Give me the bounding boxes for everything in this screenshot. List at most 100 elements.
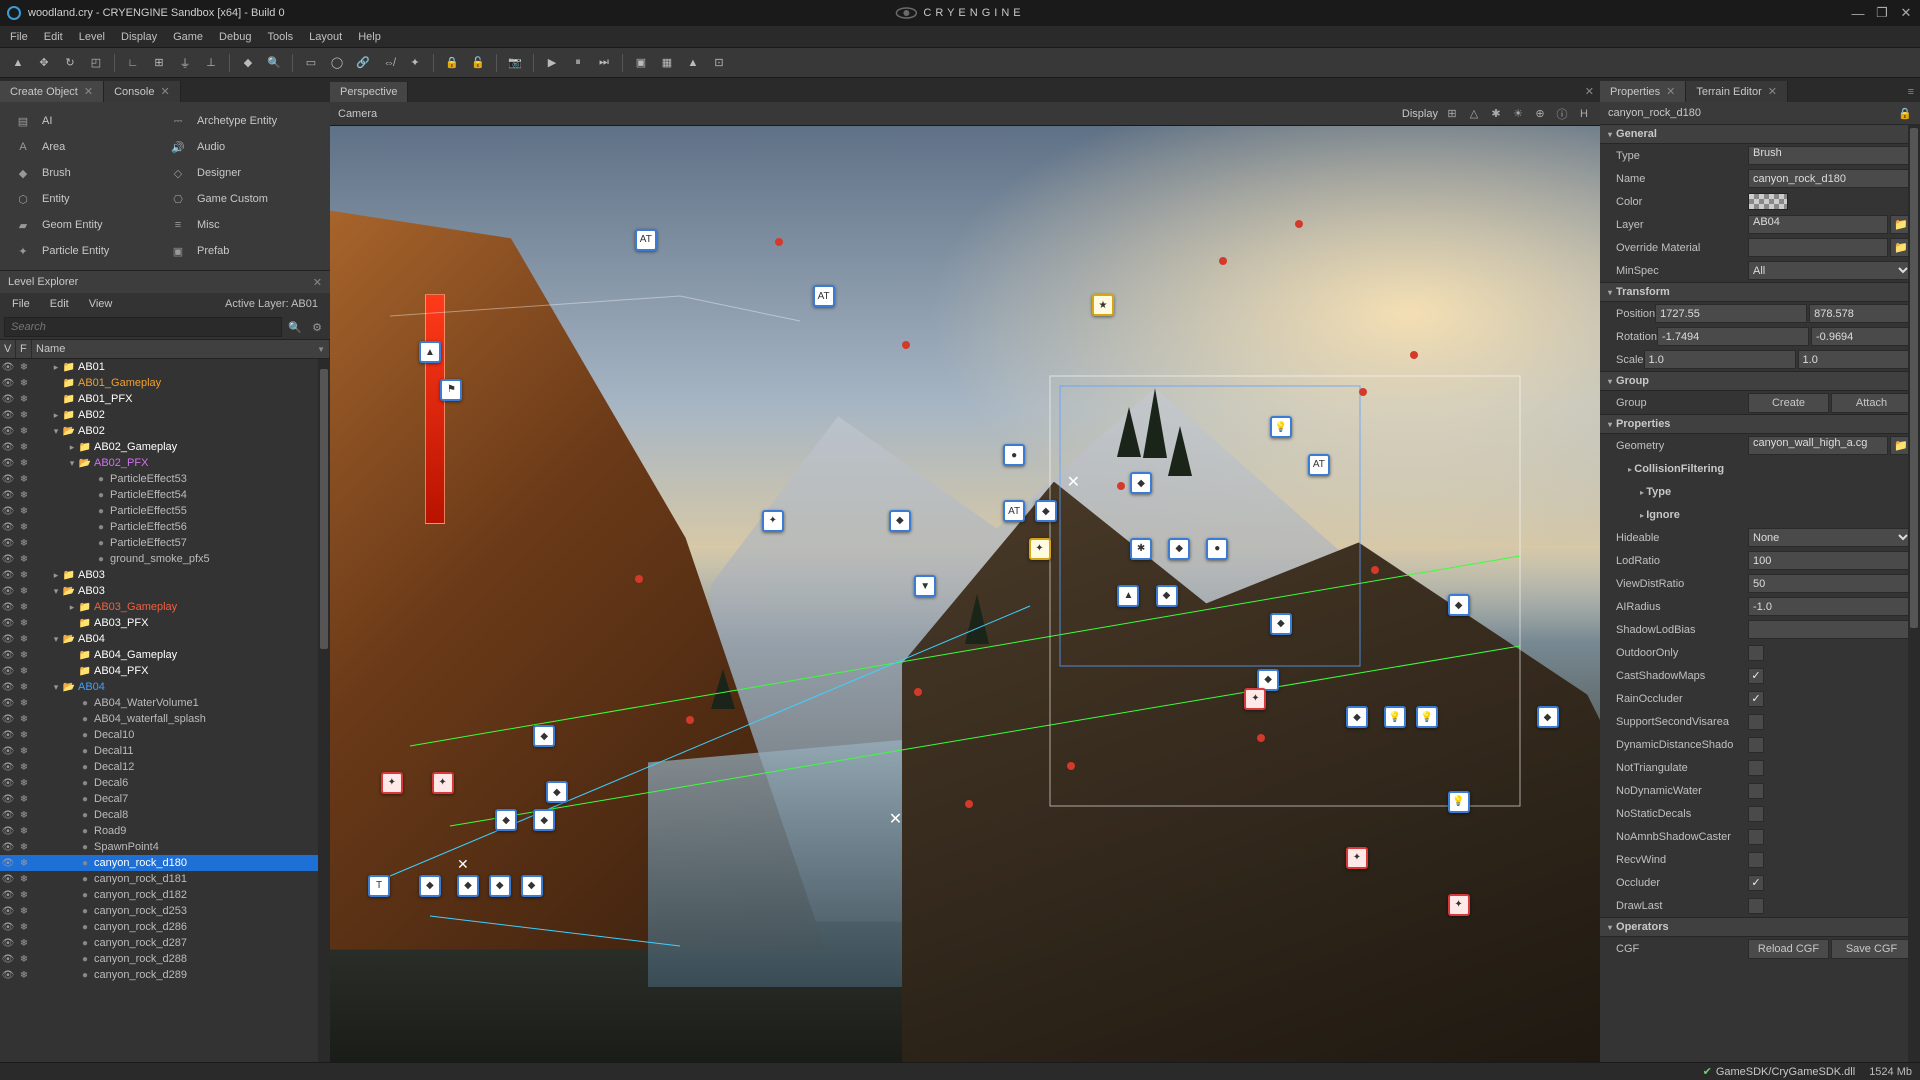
dynshadow-checkbox[interactable] bbox=[1748, 737, 1764, 753]
move-tool[interactable]: ✥ bbox=[32, 51, 56, 75]
layer-field[interactable]: AB04 bbox=[1748, 215, 1888, 234]
visibility-icon[interactable]: 👁 bbox=[0, 698, 16, 709]
camera-dropdown[interactable]: Camera bbox=[338, 108, 377, 120]
pos-y[interactable] bbox=[1809, 304, 1920, 323]
visibility-icon[interactable]: 👁 bbox=[0, 714, 16, 725]
entity-gizmo[interactable]: ● bbox=[1003, 444, 1025, 466]
freeze-icon[interactable]: ❄ bbox=[16, 442, 32, 453]
entity-gizmo[interactable]: ◆ bbox=[1156, 585, 1178, 607]
tree-row[interactable]: 👁❄●SpawnPoint4 bbox=[0, 839, 330, 855]
tree-row[interactable]: 👁❄●AB04_WaterVolume1 bbox=[0, 695, 330, 711]
viewport-close-icon[interactable]: ✕ bbox=[1579, 81, 1600, 102]
col-visibility[interactable]: V bbox=[0, 340, 16, 358]
entity-gizmo[interactable]: AT bbox=[1308, 454, 1330, 476]
collision-type-expander[interactable]: ▸ Type bbox=[1608, 486, 1748, 498]
tab-terrain-editor[interactable]: Terrain Editor✕ bbox=[1686, 81, 1788, 102]
menu-help[interactable]: Help bbox=[350, 28, 389, 46]
properties-scrollbar[interactable] bbox=[1908, 124, 1920, 1062]
select-box-tool[interactable]: ▭ bbox=[299, 51, 323, 75]
entity-gizmo[interactable]: ✦ bbox=[1346, 847, 1368, 869]
visibility-icon[interactable]: 👁 bbox=[0, 906, 16, 917]
geometry-field[interactable]: canyon_wall_high_a.cg bbox=[1748, 436, 1888, 455]
name-field[interactable] bbox=[1748, 169, 1912, 188]
tab-properties[interactable]: Properties✕ bbox=[1600, 81, 1686, 102]
rot-x[interactable] bbox=[1657, 327, 1809, 346]
expand-icon[interactable]: ▾ bbox=[50, 682, 62, 693]
create-prefab[interactable]: ▣Prefab bbox=[165, 238, 320, 264]
visibility-icon[interactable]: 👁 bbox=[0, 634, 16, 645]
entity-gizmo[interactable]: 💡 bbox=[1448, 791, 1470, 813]
airadius-field[interactable] bbox=[1748, 597, 1912, 616]
entity-gizmo[interactable]: ◆ bbox=[1537, 706, 1559, 728]
visibility-icon[interactable]: 👁 bbox=[0, 682, 16, 693]
tree-row[interactable]: 👁❄●AB04_waterfall_splash bbox=[0, 711, 330, 727]
freeze-icon[interactable]: ❄ bbox=[16, 938, 32, 949]
minspec-select[interactable]: All bbox=[1748, 261, 1912, 280]
nottriangulate-checkbox[interactable] bbox=[1748, 760, 1764, 776]
menu-layout[interactable]: Layout bbox=[301, 28, 350, 46]
tree-row[interactable]: 👁❄●Decal7 bbox=[0, 791, 330, 807]
tree-row[interactable]: 👁❄▾📂AB02 bbox=[0, 423, 330, 439]
entity-gizmo[interactable]: 💡 bbox=[1384, 706, 1406, 728]
outdoor-checkbox[interactable] bbox=[1748, 645, 1764, 661]
expand-icon[interactable]: ▸ bbox=[50, 410, 62, 421]
visibility-icon[interactable]: 👁 bbox=[0, 378, 16, 389]
freeze-icon[interactable]: ❄ bbox=[16, 538, 32, 549]
entity-gizmo[interactable]: ◆ bbox=[533, 725, 555, 747]
expand-icon[interactable]: ▾ bbox=[66, 458, 78, 469]
maximize-button[interactable]: ❐ bbox=[1872, 5, 1892, 21]
freeze-icon[interactable]: ❄ bbox=[16, 746, 32, 757]
visibility-icon[interactable]: 👁 bbox=[0, 970, 16, 981]
shadowlod-field[interactable] bbox=[1748, 620, 1912, 639]
nodynwater-checkbox[interactable] bbox=[1748, 783, 1764, 799]
tree-row[interactable]: 👁❄▸📁AB03 bbox=[0, 567, 330, 583]
entity-gizmo[interactable]: AT bbox=[813, 285, 835, 307]
section-group[interactable]: ▾Group bbox=[1600, 371, 1920, 391]
create-brush[interactable]: ◆Brush bbox=[10, 160, 165, 186]
freeze-icon[interactable]: ❄ bbox=[16, 426, 32, 437]
section-properties[interactable]: ▾Properties bbox=[1600, 414, 1920, 434]
visibility-icon[interactable]: 👁 bbox=[0, 458, 16, 469]
freeze-icon[interactable]: ❄ bbox=[16, 570, 32, 581]
freeze-icon[interactable]: ❄ bbox=[16, 410, 32, 421]
entity-gizmo[interactable]: AT bbox=[1003, 500, 1025, 522]
search-input[interactable] bbox=[4, 317, 282, 337]
tree-row[interactable]: 👁❄●canyon_rock_d289 bbox=[0, 967, 330, 983]
display-dropdown[interactable]: Display bbox=[1402, 108, 1438, 120]
entity-gizmo[interactable]: ✦ bbox=[381, 772, 403, 794]
nostaticdecals-checkbox[interactable] bbox=[1748, 806, 1764, 822]
castshadow-checkbox[interactable]: ✓ bbox=[1748, 668, 1764, 684]
entity-gizmo[interactable]: ✦ bbox=[762, 510, 784, 532]
tab-create-object[interactable]: Create Object✕ bbox=[0, 81, 104, 102]
tree-row[interactable]: 👁❄●Decal8 bbox=[0, 807, 330, 823]
reload-cgf-button[interactable]: Reload CGF bbox=[1748, 939, 1829, 959]
tree-row[interactable]: 👁❄●Road9 bbox=[0, 823, 330, 839]
step-button[interactable]: ⏭ bbox=[592, 51, 616, 75]
close-icon[interactable]: ✕ bbox=[84, 85, 93, 98]
menu-file[interactable]: File bbox=[2, 28, 36, 46]
section-general[interactable]: ▾General bbox=[1600, 124, 1920, 144]
entity-gizmo[interactable]: ✦ bbox=[1029, 538, 1051, 560]
entity-gizmo[interactable]: ◆ bbox=[489, 875, 511, 897]
freeze-icon[interactable]: ❄ bbox=[16, 858, 32, 869]
visibility-icon[interactable]: 👁 bbox=[0, 474, 16, 485]
hierarchy-tree[interactable]: 👁❄▸📁AB01👁❄📁AB01_Gameplay👁❄📁AB01_PFX👁❄▸📁A… bbox=[0, 359, 330, 1062]
drawlast-checkbox[interactable] bbox=[1748, 898, 1764, 914]
entity-gizmo[interactable]: ◆ bbox=[419, 875, 441, 897]
terrain-toggle[interactable]: ▲ bbox=[681, 51, 705, 75]
freeze-icon[interactable]: ❄ bbox=[16, 954, 32, 965]
entity-gizmo[interactable]: ● bbox=[1206, 538, 1228, 560]
entity-gizmo[interactable]: ⚑ bbox=[440, 379, 462, 401]
visibility-icon[interactable]: 👁 bbox=[0, 762, 16, 773]
scale-y[interactable] bbox=[1798, 350, 1920, 369]
entity-gizmo[interactable]: ◆ bbox=[1270, 613, 1292, 635]
panel-close-icon[interactable]: ✕ bbox=[313, 276, 322, 289]
tree-row[interactable]: 👁❄●ParticleEffect55 bbox=[0, 503, 330, 519]
entity-gizmo[interactable]: ✦ bbox=[432, 772, 454, 794]
helpers-toggle[interactable]: ⊡ bbox=[707, 51, 731, 75]
tree-row[interactable]: 👁❄📁AB04_Gameplay bbox=[0, 647, 330, 663]
visibility-icon[interactable]: 👁 bbox=[0, 426, 16, 437]
entity-gizmo[interactable]: ▲ bbox=[1117, 585, 1139, 607]
visibility-icon[interactable]: 👁 bbox=[0, 538, 16, 549]
camera-tool[interactable]: 📷 bbox=[503, 51, 527, 75]
